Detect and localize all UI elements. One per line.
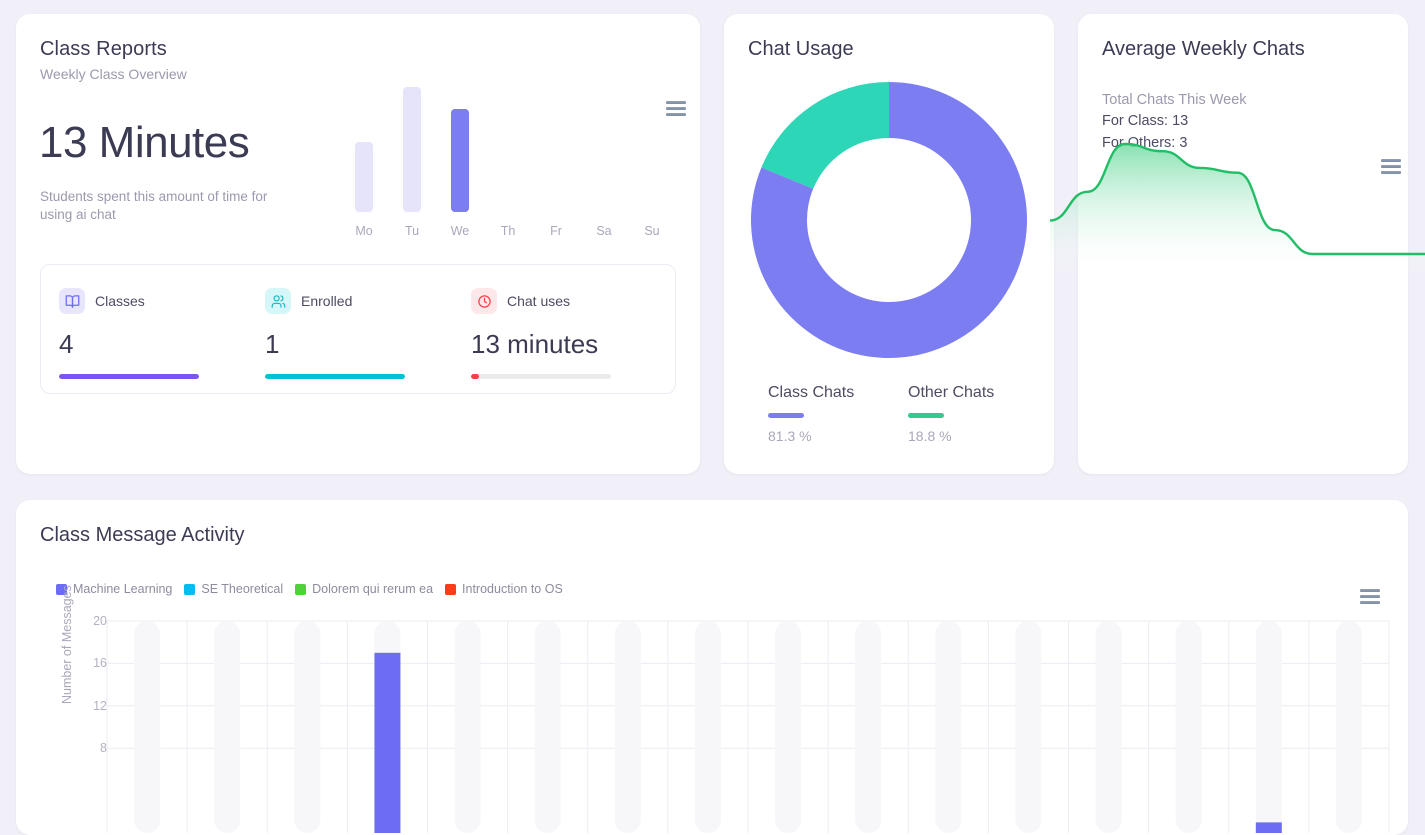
legend-item[interactable]: SE Theoretical: [184, 582, 283, 596]
hamburger-menu-icon[interactable]: [1381, 159, 1401, 174]
column-band[interactable]: [1015, 621, 1042, 833]
legend-label: SE Theoretical: [201, 582, 284, 596]
stat-progress-track: [471, 374, 611, 379]
activity-bar[interactable]: [1255, 822, 1282, 833]
minichart-axis-label: Fr: [550, 224, 562, 238]
weekly-title: Average Weekly Chats: [1102, 38, 1305, 60]
column-band[interactable]: [294, 621, 321, 833]
weekly-area-chart[interactable]: [1050, 132, 1425, 272]
donut-svg: [751, 82, 1027, 358]
chat-usage-card: Chat Usage Class Chats 81.3 % Other Chat…: [724, 14, 1054, 474]
stat-classes: Classes 4: [59, 287, 259, 379]
dashboard-page: Class Reports Weekly Class Overview 13 M…: [0, 0, 1425, 835]
weekly-overview-minichart: Mo Tu We Th Fr Sa Su: [340, 82, 676, 254]
stat-progress-fill: [59, 374, 199, 379]
column-band[interactable]: [1255, 621, 1282, 833]
column-band[interactable]: [534, 621, 561, 833]
stat-value: 4: [59, 329, 74, 359]
stat-progress-track: [265, 374, 405, 379]
hamburger-glyph: [1360, 589, 1380, 604]
legend-label: Other Chats: [908, 384, 995, 401]
minichart-axis-label: Tu: [404, 224, 420, 238]
column-band[interactable]: [1095, 621, 1122, 833]
stat-label: Chat uses: [507, 293, 571, 309]
stat-enrolled: Enrolled 1: [265, 287, 465, 379]
stat-progress-fill: [471, 374, 480, 379]
class-reports-title: Class Reports: [40, 38, 167, 60]
minichart-bar[interactable]: [355, 141, 373, 212]
class-reports-card: Class Reports Weekly Class Overview 13 M…: [16, 14, 700, 474]
weekly-for-class: For Class: 13: [1102, 113, 1189, 129]
stat-label: Classes: [95, 293, 145, 309]
legend-label: Introduction to OS: [462, 582, 563, 596]
donut-segment[interactable]: [761, 82, 889, 189]
legend-swatch: [908, 413, 944, 418]
stat-progress-fill: [265, 374, 405, 379]
minichart-axis-label: Mo: [355, 224, 373, 238]
hamburger-menu-icon[interactable]: [1360, 589, 1380, 604]
minichart-axis-label: Sa: [596, 224, 612, 238]
average-weekly-chats-card: Average Weekly Chats Total Chats This We…: [1050, 14, 1425, 474]
legend-label: Machine Learning: [73, 582, 173, 596]
column-band[interactable]: [134, 621, 161, 833]
legend-item[interactable]: Dolorem qui rerum ea: [295, 582, 433, 596]
minichart-bars: [340, 82, 676, 212]
legend-label: Dolorem qui rerum ea: [312, 582, 434, 596]
chat-usage-title: Chat Usage: [748, 38, 854, 60]
column-band[interactable]: [1335, 621, 1362, 833]
clock-icon: [471, 288, 497, 314]
legend-item-other-chats[interactable]: Other Chats 18.8 %: [908, 384, 994, 444]
legend-value: 81.3 %: [768, 428, 812, 444]
column-band[interactable]: [935, 621, 962, 833]
column-band[interactable]: [1175, 621, 1202, 833]
stats-panel: Classes 4 Enrolled 1 Chat uses 13 minute…: [40, 264, 676, 394]
minichart-axis-label: Th: [500, 224, 516, 238]
legend-label: Class Chats: [768, 384, 855, 401]
legend-item[interactable]: Introduction to OS: [445, 582, 563, 596]
legend-swatch: [184, 583, 196, 595]
activity-title: Class Message Activity: [40, 524, 245, 546]
minichart-axis-label: We: [450, 224, 470, 238]
minichart-axis-labels: Mo Tu We Th Fr Sa Su: [340, 224, 676, 244]
stat-value: 13 minutes: [471, 329, 599, 359]
hamburger-glyph: [1381, 159, 1401, 174]
weekly-subtitle: Total Chats This Week: [1102, 92, 1247, 108]
column-band[interactable]: [855, 621, 882, 833]
column-band[interactable]: [454, 621, 481, 833]
legend-swatch: [445, 583, 457, 595]
class-message-activity-card: Class Message Activity Machine Learning S…: [16, 500, 1408, 835]
class-reports-big-value: 13 Minutes: [39, 118, 250, 167]
legend-swatch: [295, 583, 307, 595]
activity-legend: Machine Learning SE Theoretical Dolorem qu…: [56, 582, 563, 596]
stat-chat-uses: Chat uses 13 minutes: [471, 287, 671, 379]
activity-bar-chart-svg: [106, 620, 1390, 833]
column-band[interactable]: [214, 621, 241, 833]
users-icon: [265, 288, 291, 314]
stat-progress-track: [59, 374, 199, 379]
activity-bar[interactable]: [374, 652, 401, 833]
column-band[interactable]: [775, 621, 802, 833]
legend-item-class-chats[interactable]: Class Chats 81.3 %: [768, 384, 854, 444]
column-band[interactable]: [694, 621, 721, 833]
minichart-bar[interactable]: [451, 109, 469, 212]
area-chart-svg: [1050, 142, 1425, 272]
stat-value: 1: [265, 329, 280, 359]
class-reports-description: Students spent this amount of time for u…: [40, 189, 268, 222]
legend-swatch: [768, 413, 804, 418]
activity-plot-area[interactable]: 20 16 12 8 Number of Messages: [50, 585, 1395, 833]
minichart-axis-label: Su: [644, 224, 660, 238]
class-reports-subtitle: Weekly Class Overview: [40, 66, 187, 82]
legend-value: 18.8 %: [908, 428, 952, 444]
chat-usage-donut-chart[interactable]: [749, 80, 1029, 360]
column-band[interactable]: [614, 621, 641, 833]
minichart-bar[interactable]: [403, 87, 421, 212]
book-icon: [59, 288, 85, 314]
stat-label: Enrolled: [301, 293, 353, 309]
